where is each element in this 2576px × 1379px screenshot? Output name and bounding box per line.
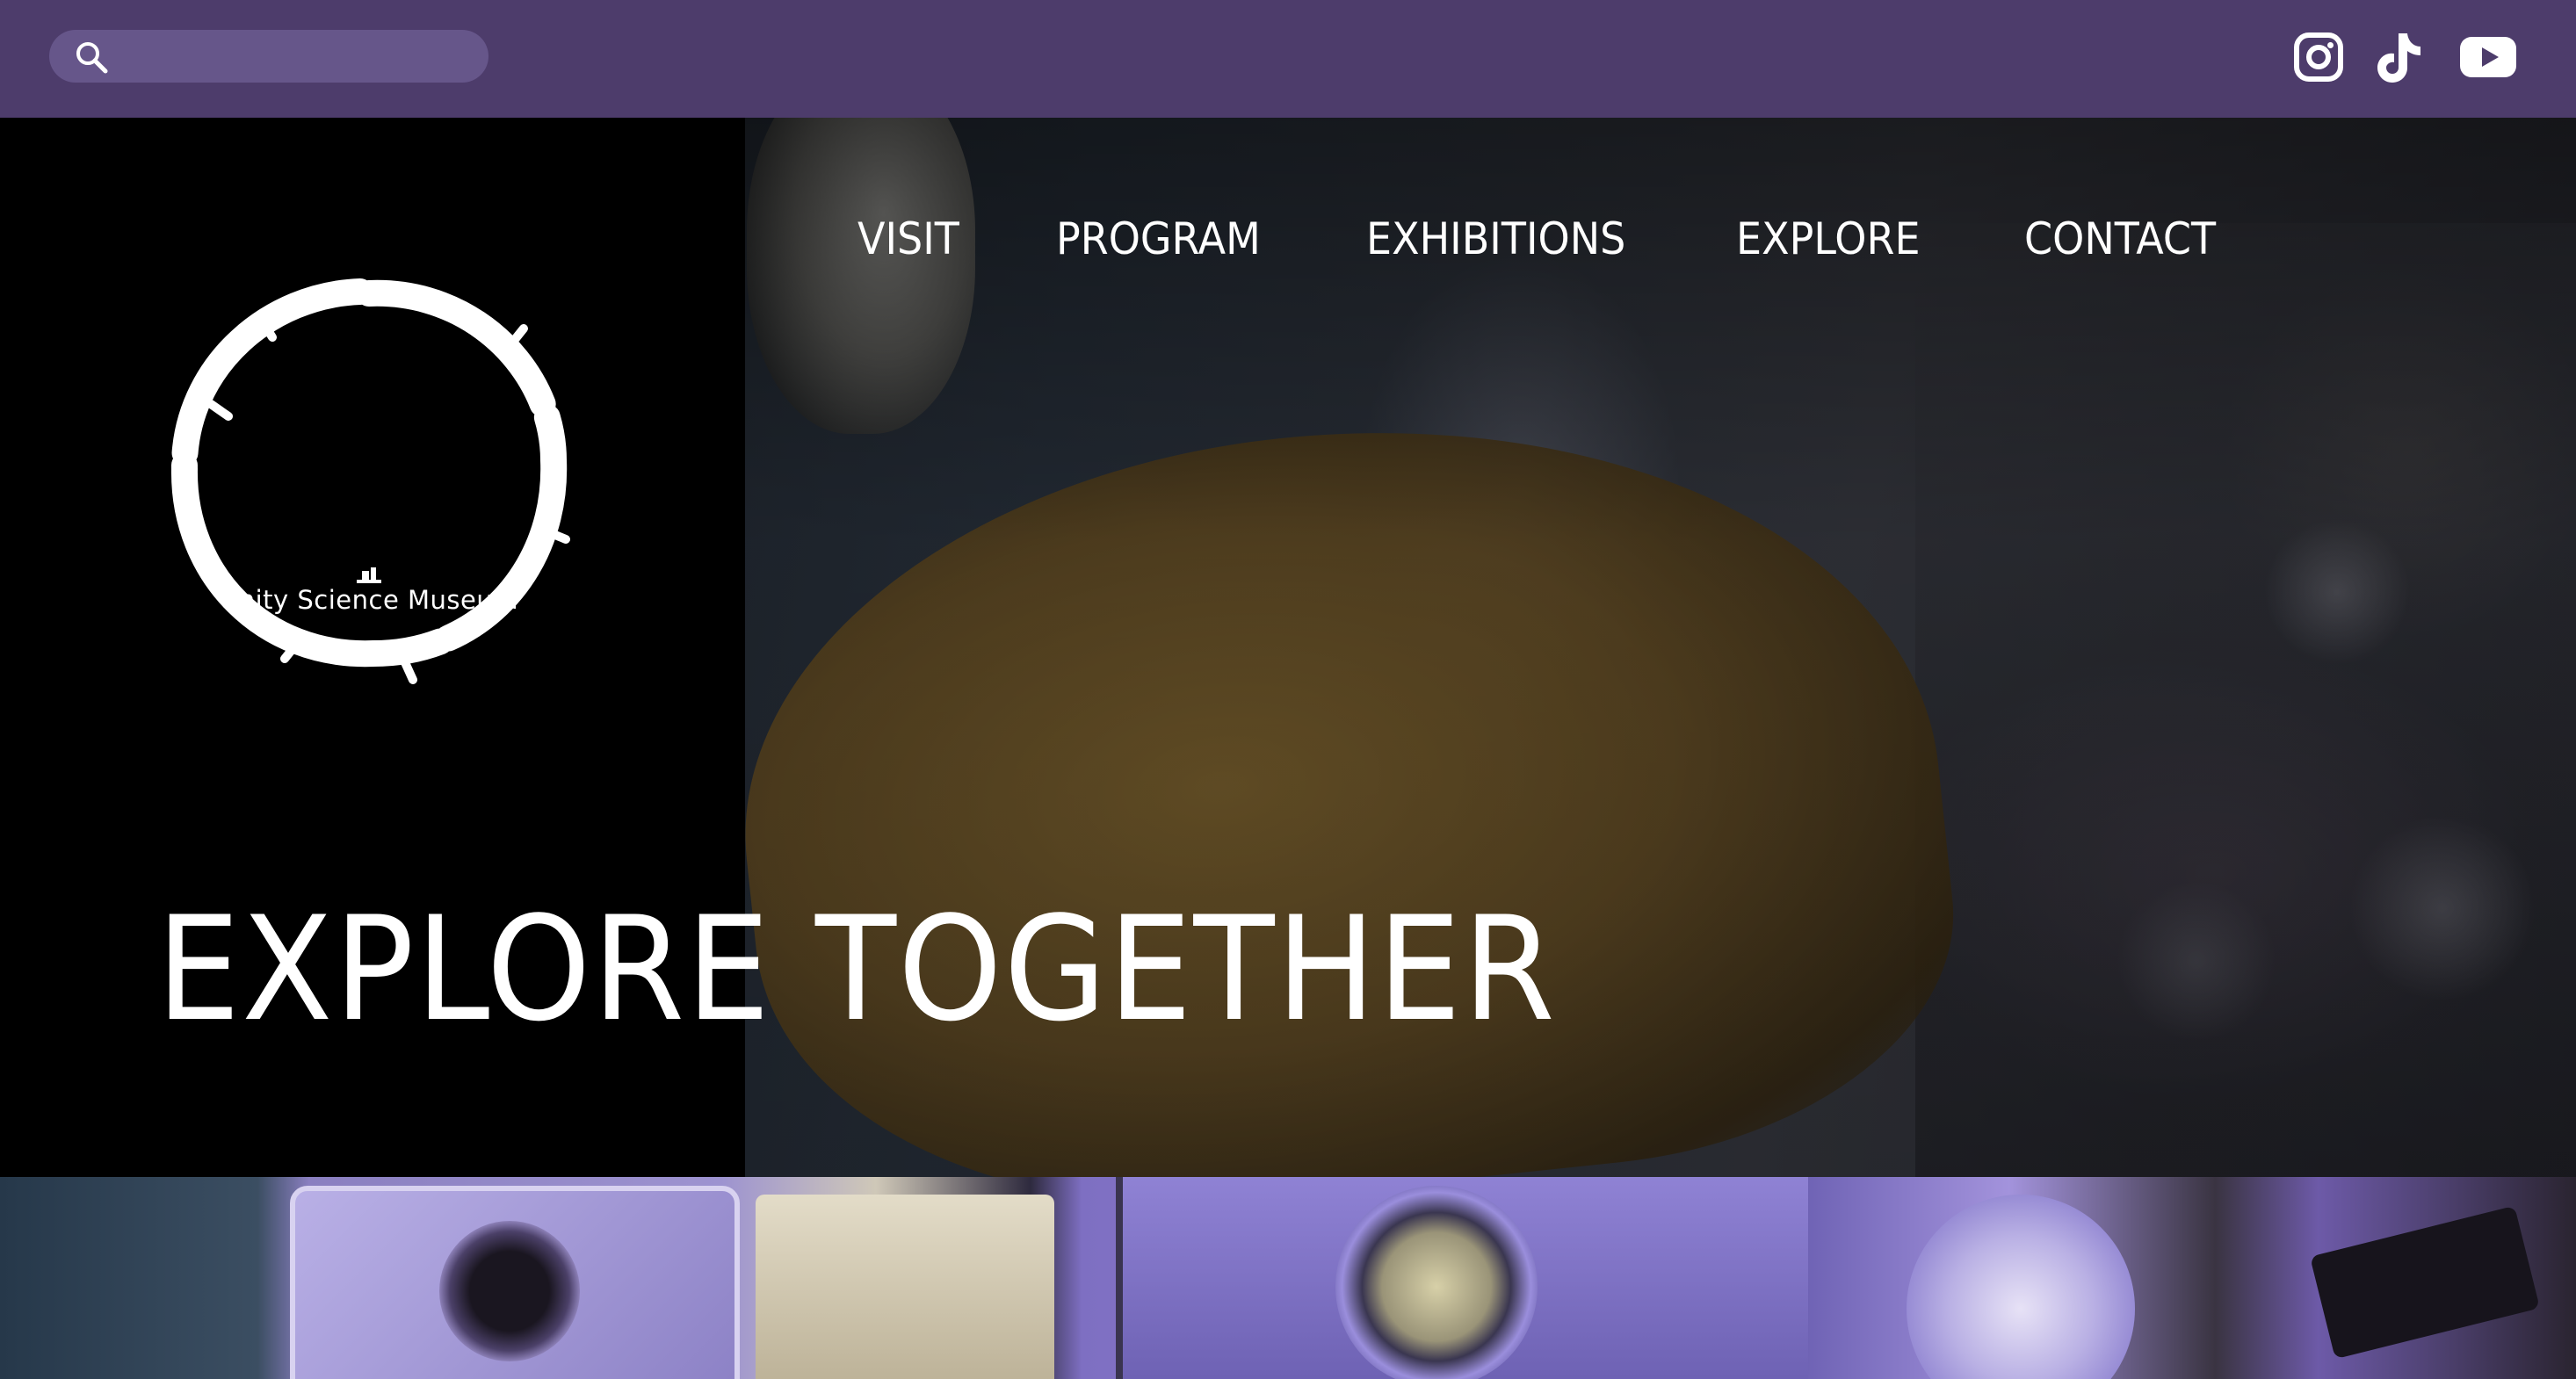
search-box[interactable]	[49, 30, 488, 84]
museum-logo[interactable]: Unity Science Museum	[141, 241, 597, 697]
search-icon[interactable]	[74, 40, 109, 75]
strip-chamber-interior	[756, 1195, 1054, 1379]
instagram-icon	[2294, 32, 2343, 82]
top-bar	[0, 0, 2576, 118]
nav-item-explore[interactable]: EXPLORE	[1736, 204, 1921, 274]
youtube-icon	[2460, 37, 2516, 77]
instagram-link[interactable]	[2293, 30, 2344, 84]
hero-title: EXPLORE TOGETHER	[156, 885, 1557, 1053]
strip-porthole	[439, 1221, 580, 1361]
youtube-link[interactable]	[2458, 30, 2518, 84]
nav-item-visit[interactable]: VISIT	[857, 204, 959, 274]
logo-brush-ring-icon	[170, 278, 570, 684]
nav-item-contact[interactable]: CONTACT	[2024, 204, 2216, 274]
logo-text: Unity Science Museum	[219, 585, 519, 615]
exhibit-image-strip	[0, 1177, 2576, 1379]
nav-item-exhibitions[interactable]: EXHIBITIONS	[1366, 204, 1625, 274]
search-input[interactable]	[128, 30, 474, 84]
nav-item-program[interactable]: PROGRAM	[1056, 204, 1261, 274]
strip-lens	[1335, 1186, 1538, 1379]
logo-panel: Unity Science Museum	[0, 118, 745, 843]
tiktok-link[interactable]	[2374, 30, 2423, 84]
hero-banner: Unity Science Museum VISIT PROGRAM EXHIB…	[0, 118, 2576, 1177]
strip-camera	[2310, 1205, 2540, 1360]
main-nav: VISIT PROGRAM EXHIBITIONS EXPLORE CONTAC…	[857, 204, 2320, 274]
strip-round-plate	[1907, 1195, 2135, 1379]
tiktok-icon	[2377, 33, 2420, 83]
